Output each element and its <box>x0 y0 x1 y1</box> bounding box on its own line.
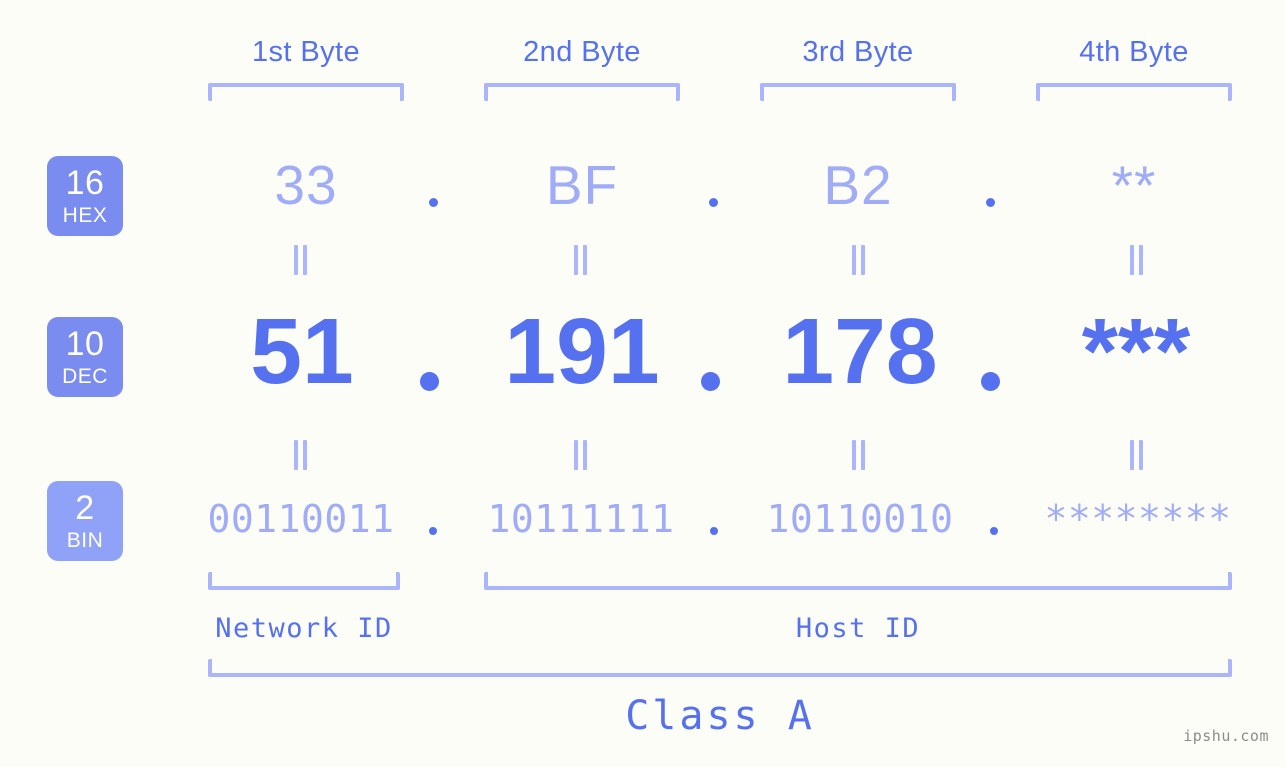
dec-dot-separator-1 <box>420 372 439 391</box>
byte-bracket-3 <box>760 83 956 101</box>
equals-connector-dec-bin-1 <box>293 440 308 470</box>
byte-bracket-1 <box>208 83 404 101</box>
radix-badge-hex-abbr: HEX <box>62 204 108 227</box>
class-label: Class A <box>625 693 815 739</box>
dec-value-byte-3: 178 <box>782 299 938 403</box>
hex-value-byte-1: 33 <box>274 154 338 216</box>
equals-connector-hex-dec-1 <box>293 245 308 275</box>
equals-connector-hex-dec-4 <box>1129 245 1144 275</box>
hex-value-byte-3: B2 <box>823 154 893 216</box>
equals-connector-hex-dec-3 <box>851 245 866 275</box>
dec-dot-separator-2 <box>701 372 720 391</box>
bin-value-byte-4: ******** <box>1044 497 1232 541</box>
hex-value-byte-4: ** <box>1111 154 1157 216</box>
radix-badge-bin-abbr: BIN <box>66 529 104 552</box>
byte-header-3: 3rd Byte <box>802 36 914 68</box>
equals-connector-dec-bin-2 <box>573 440 588 470</box>
byte-header-2: 2nd Byte <box>523 36 641 68</box>
bin-value-byte-2: 10111111 <box>487 497 675 541</box>
radix-badge-bin: 2 BIN <box>47 481 123 561</box>
radix-badge-hex-number: 16 <box>65 164 105 202</box>
radix-badge-bin-number: 2 <box>75 489 95 527</box>
host-id-label: Host ID <box>795 613 921 644</box>
bin-dot-separator-3 <box>990 527 998 535</box>
hex-dot-separator-3 <box>986 198 995 207</box>
equals-connector-hex-dec-2 <box>573 245 588 275</box>
equals-connector-dec-bin-4 <box>1129 440 1144 470</box>
hex-dot-separator-1 <box>429 198 438 207</box>
dec-value-byte-4: *** <box>1081 299 1191 403</box>
equals-connector-dec-bin-3 <box>851 440 866 470</box>
host-id-bracket <box>484 572 1232 590</box>
dec-value-byte-1: 51 <box>250 299 354 403</box>
radix-badge-dec: 10 DEC <box>47 317 123 397</box>
bin-dot-separator-2 <box>710 527 718 535</box>
class-bracket <box>208 659 1232 677</box>
byte-bracket-4 <box>1036 83 1232 101</box>
bin-value-byte-1: 00110011 <box>207 497 395 541</box>
dec-dot-separator-3 <box>981 372 1000 391</box>
byte-header-4: 4th Byte <box>1079 36 1189 68</box>
network-id-label: Network ID <box>215 613 393 644</box>
hex-value-byte-2: BF <box>545 154 619 216</box>
byte-header-1: 1st Byte <box>252 36 360 68</box>
ip-address-breakdown-diagram: 1st Byte 2nd Byte 3rd Byte 4th Byte 16 H… <box>0 0 1285 767</box>
bin-dot-separator-1 <box>429 527 437 535</box>
byte-bracket-2 <box>484 83 680 101</box>
bin-value-byte-3: 10110010 <box>766 497 954 541</box>
radix-badge-dec-abbr: DEC <box>62 365 108 388</box>
radix-badge-hex: 16 HEX <box>47 156 123 236</box>
radix-badge-dec-number: 10 <box>65 325 105 363</box>
network-id-bracket <box>208 572 400 590</box>
watermark: ipshu.com <box>1183 727 1269 745</box>
dec-value-byte-2: 191 <box>504 299 660 403</box>
hex-dot-separator-2 <box>709 198 718 207</box>
